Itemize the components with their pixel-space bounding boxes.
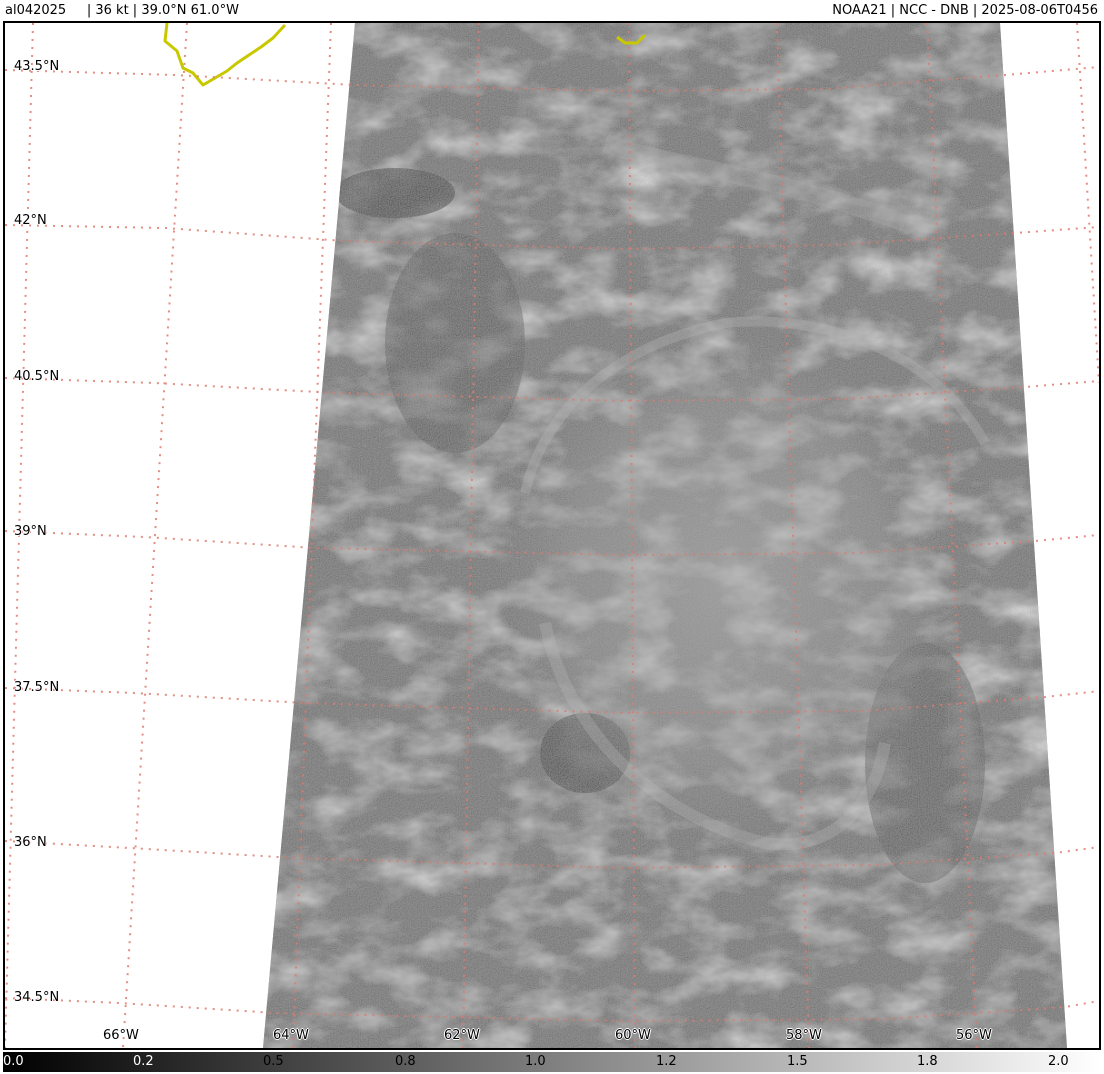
colorbar: 0.0 0.2 0.5 0.8 1.0 1.2 1.5 1.8 2.0 <box>3 1052 1101 1072</box>
lat-label: 37.5°N <box>14 680 60 695</box>
satellite-info-title: NOAA21 | NCC - DNB | 2025-08-06T0456 <box>832 3 1098 18</box>
lon-label: 56°W <box>956 1028 992 1043</box>
lat-label: 39°N <box>14 524 47 539</box>
storm-info-title: al042025 | 36 kt | 39.0°N 61.0°W <box>5 3 239 18</box>
colorbar-tick: 0.2 <box>133 1054 154 1069</box>
lat-label: 42°N <box>14 213 47 228</box>
map-figure: al042025 | 36 kt | 39.0°N 61.0°W NOAA21 … <box>0 0 1104 1074</box>
satellite-map: 43.5°N 42°N 40.5°N 39°N 37.5°N 36°N 34.5… <box>3 21 1101 1050</box>
colorbar-tick: 1.0 <box>525 1054 546 1069</box>
lat-label: 43.5°N <box>14 59 60 74</box>
lat-label: 34.5°N <box>14 990 60 1005</box>
lon-label: 66°W <box>103 1028 139 1043</box>
lon-label: 60°W <box>615 1028 651 1043</box>
lat-label: 36°N <box>14 835 47 850</box>
colorbar-tick: 1.2 <box>656 1054 677 1069</box>
lon-label: 64°W <box>273 1028 309 1043</box>
colorbar-tick: 1.8 <box>917 1054 938 1069</box>
colorbar-tick: 0.8 <box>395 1054 416 1069</box>
colorbar-tick: 2.0 <box>1048 1054 1069 1069</box>
lat-label: 40.5°N <box>14 369 60 384</box>
lon-label: 58°W <box>786 1028 822 1043</box>
colorbar-tick: 1.5 <box>787 1054 808 1069</box>
lon-label: 62°W <box>444 1028 480 1043</box>
colorbar-tick: 0.5 <box>263 1054 284 1069</box>
colorbar-tick: 0.0 <box>3 1054 24 1069</box>
